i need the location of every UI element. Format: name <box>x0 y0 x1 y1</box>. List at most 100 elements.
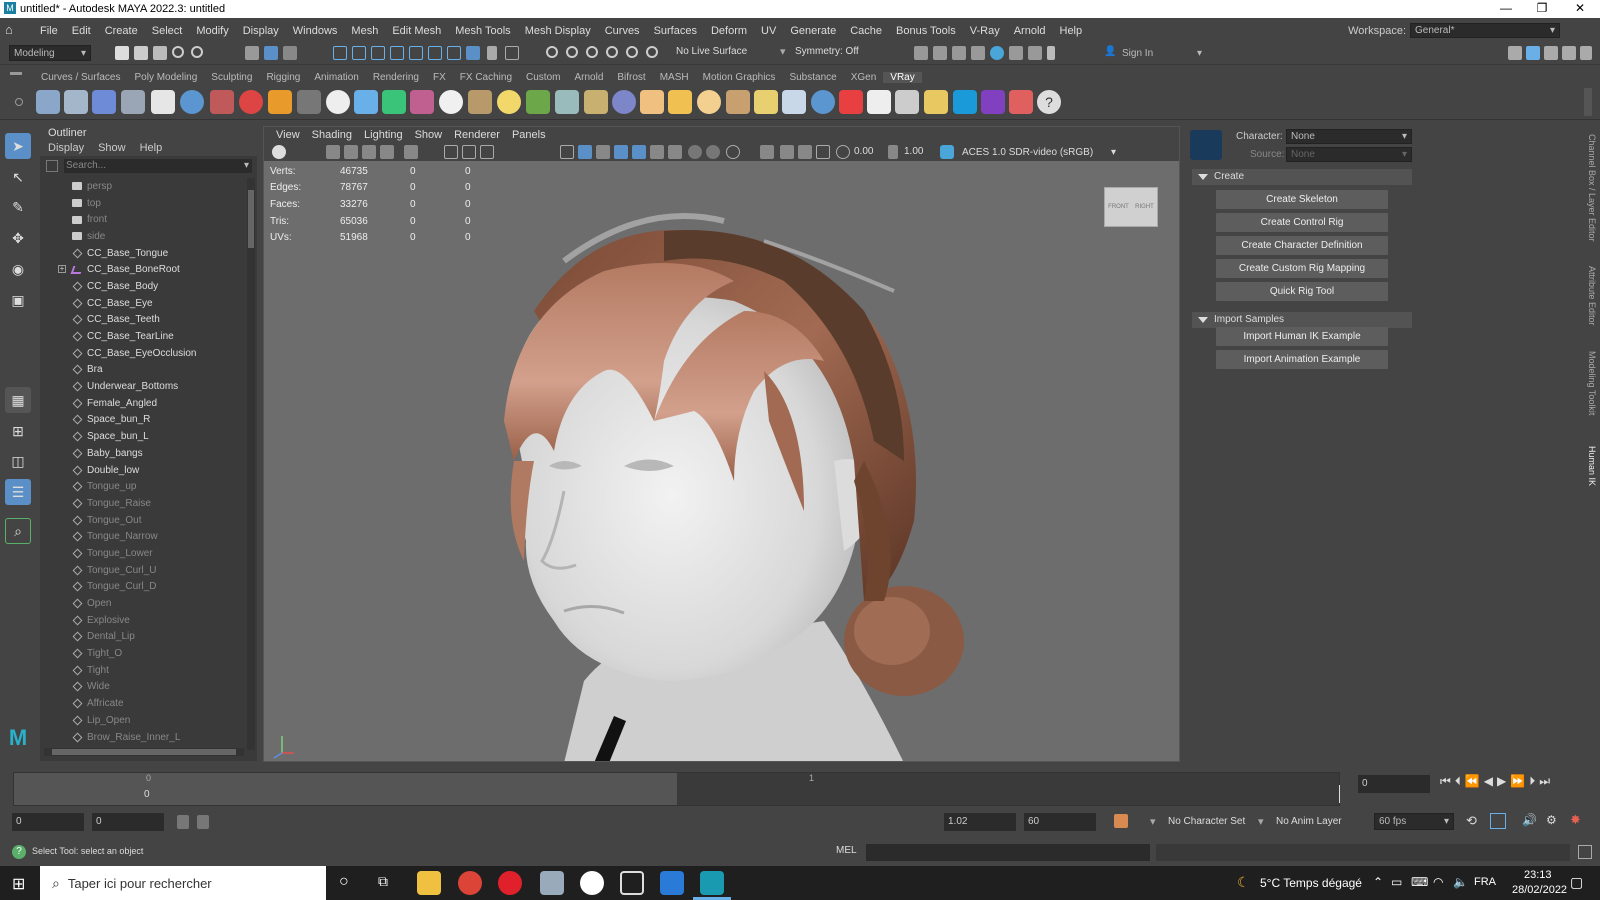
vray-help-icon[interactable]: ? <box>1037 90 1061 114</box>
camera-attributes-icon[interactable] <box>326 145 340 159</box>
outliner-item[interactable]: Wide <box>40 679 245 696</box>
cube-app-icon[interactable] <box>620 871 644 895</box>
unreal-engine-icon[interactable] <box>580 871 604 895</box>
snap-curve-icon[interactable] <box>352 46 366 60</box>
lights-icon[interactable] <box>632 145 646 159</box>
menu-item-uv[interactable]: UV <box>754 25 783 37</box>
textured-icon[interactable] <box>614 145 628 159</box>
file-explorer-icon[interactable] <box>417 871 441 895</box>
vray-proxy-icon[interactable] <box>297 90 321 114</box>
render-sequence-icon[interactable] <box>933 46 947 60</box>
character-icon[interactable]: ✸ <box>1570 812 1581 828</box>
layer-editor-icon[interactable] <box>1580 46 1592 60</box>
menu-item-surfaces[interactable]: Surfaces <box>647 25 704 37</box>
bookmark-icon[interactable] <box>344 145 358 159</box>
select-object-icon[interactable] <box>264 46 278 60</box>
render-current-icon[interactable] <box>914 46 928 60</box>
chevron-down-icon[interactable]: ▾ <box>1258 815 1264 828</box>
outliner-item[interactable]: top <box>40 195 245 212</box>
current-frame-field[interactable]: 0 <box>1358 775 1430 793</box>
sound-icon[interactable]: 🔊 <box>1522 813 1537 827</box>
cache-playback-icon[interactable] <box>1490 813 1506 829</box>
outliner-item[interactable]: CC_Base_Tongue <box>40 245 245 262</box>
outliner-item[interactable]: Affricate <box>40 695 245 712</box>
vray-texture-icon[interactable] <box>468 90 492 114</box>
loop-icon[interactable]: ⟲ <box>1466 813 1477 829</box>
menu-item-curves[interactable]: Curves <box>598 25 647 37</box>
volume-icon[interactable]: 🔈 <box>1453 875 1468 889</box>
outliner-item[interactable]: Tongue_Curl_U <box>40 562 245 579</box>
vray-physical-camera-icon[interactable] <box>121 90 145 114</box>
exposure-icon[interactable] <box>836 145 850 159</box>
snap-plane-icon[interactable] <box>466 46 480 60</box>
maximize-button[interactable]: ❐ <box>1524 0 1560 18</box>
viewport-menu-show[interactable]: Show <box>409 129 449 141</box>
shelf-tab-mash[interactable]: MASH <box>653 72 696 83</box>
outliner-item[interactable]: Tongue_Lower <box>40 545 245 562</box>
outliner-item[interactable]: side <box>40 228 245 245</box>
vray-curve-icon[interactable] <box>584 90 608 114</box>
exposure-value[interactable]: 0.00 <box>854 146 873 157</box>
new-scene-icon[interactable] <box>115 46 129 60</box>
vray-mtl-icon[interactable] <box>210 90 234 114</box>
import-samples-section-header[interactable]: Import Samples <box>1192 312 1412 328</box>
language-indicator[interactable]: FRA <box>1474 876 1496 888</box>
vray-dome-icon[interactable] <box>439 90 463 114</box>
cortana-icon[interactable]: ○ <box>339 873 349 891</box>
shelf-tab-rendering[interactable]: Rendering <box>366 72 426 83</box>
image-plane-icon[interactable] <box>362 145 376 159</box>
keyboard-icon[interactable]: ⌨ <box>1411 875 1428 889</box>
view-cube[interactable]: FRONT RIGHT <box>1104 187 1158 227</box>
menu-item-deform[interactable]: Deform <box>704 25 754 37</box>
shelf-tab-fx[interactable]: FX <box>426 72 453 83</box>
viewport-panel[interactable]: View Shading Lighting Show Renderer Panels 0.… <box>263 126 1180 762</box>
vray-asset-editor-icon[interactable] <box>36 90 60 114</box>
clock-time[interactable]: 23:13 <box>1524 869 1552 881</box>
vray-lightmix-icon[interactable] <box>924 90 948 114</box>
vray-ipr-icon[interactable] <box>1028 46 1042 60</box>
two-pane-icon[interactable]: ◫ <box>5 448 31 474</box>
create-character-definition-button[interactable]: Create Character Definition <box>1216 236 1388 255</box>
outliner-item[interactable]: Tight_O <box>40 645 245 662</box>
menu-item-select[interactable]: Select <box>145 25 190 37</box>
vray-env-icon[interactable] <box>612 90 636 114</box>
auto-key-icon[interactable] <box>1114 814 1128 828</box>
shelf-tab-bifrost[interactable]: Bifrost <box>610 72 652 83</box>
create-section-header[interactable]: Create <box>1192 169 1412 185</box>
close-button[interactable]: ✕ <box>1562 0 1598 18</box>
color-management-icon[interactable] <box>940 145 954 159</box>
outliner-item[interactable]: Female_Angled <box>40 395 245 412</box>
vray-gear-icon[interactable] <box>555 90 579 114</box>
undo-icon[interactable] <box>172 46 184 58</box>
home-icon[interactable]: ⌂ <box>5 23 33 38</box>
vray-water-icon[interactable] <box>354 90 378 114</box>
xray-joints-icon[interactable] <box>726 145 740 159</box>
snap-surface-icon[interactable] <box>409 46 423 60</box>
outliner-item[interactable]: CC_Base_TearLine <box>40 328 245 345</box>
snap-vertex-icon[interactable] <box>428 46 442 60</box>
timeline-track[interactable]: 0 1 0 <box>13 772 1340 806</box>
outliner-item[interactable]: Tongue_Out <box>40 512 245 529</box>
outliner-item[interactable]: Baby_bangs <box>40 445 245 462</box>
source-dropdown[interactable]: None ▾ <box>1286 147 1412 162</box>
sign-in-dropdown[interactable]: Sign In ▾ <box>1118 45 1206 61</box>
outliner-menu-show[interactable]: Show <box>98 142 126 154</box>
vray-render-icon[interactable] <box>990 46 1004 60</box>
camera-select-icon[interactable] <box>272 145 286 159</box>
vray-sun-light-icon[interactable] <box>754 90 778 114</box>
outliner-item[interactable]: Brow_Raise_Inner_L <box>40 729 245 746</box>
shelf-tab-sculpting[interactable]: Sculpting <box>204 72 259 83</box>
shelf-tab-curves-surfaces[interactable]: Curves / Surfaces <box>34 72 127 83</box>
outliner-item[interactable]: CC_Base_Eye <box>40 295 245 312</box>
anim-layer-label[interactable]: No Anim Layer <box>1276 816 1342 827</box>
ipr-render-icon[interactable] <box>952 46 966 60</box>
channel-box-icon[interactable] <box>1562 46 1576 60</box>
menu-item-edit[interactable]: Edit <box>65 25 98 37</box>
gamma-icon[interactable] <box>888 145 898 159</box>
four-pane-icon[interactable]: ⊞ <box>5 418 31 444</box>
human-ik-logo-icon[interactable] <box>1190 130 1222 160</box>
tab-modeling-toolkit[interactable]: Modeling Toolkit <box>1587 351 1597 415</box>
outliner-search-input[interactable]: Search... ▾ <box>64 159 252 173</box>
wifi-icon[interactable]: ◠ <box>1433 875 1443 889</box>
menu-item-cache[interactable]: Cache <box>843 25 889 37</box>
